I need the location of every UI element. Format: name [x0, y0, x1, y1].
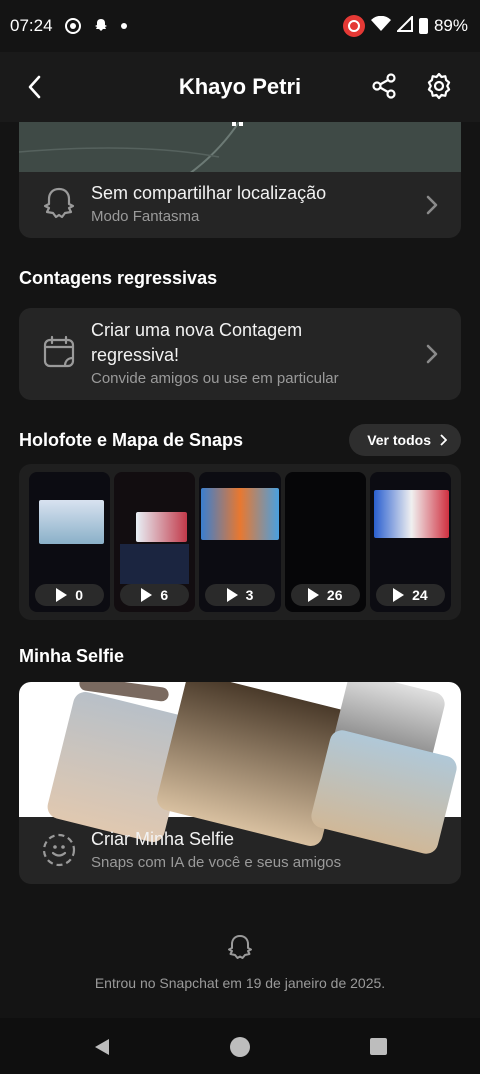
- spotlight-thumbnail[interactable]: 3: [199, 472, 281, 612]
- recording-icon: [342, 15, 365, 37]
- profile-content: Sem compartilhar localização Modo Fantas…: [0, 112, 480, 1018]
- view-count: 24: [375, 584, 446, 606]
- nav-back-icon[interactable]: [92, 1037, 112, 1062]
- spotlight-thumbnail[interactable]: 6: [114, 472, 196, 612]
- status-bar: 07:24 89%: [0, 0, 480, 52]
- spotlight-thumbnail[interactable]: 26: [284, 472, 366, 612]
- countdown-title: Criar uma nova Contagem regressiva!: [91, 320, 303, 365]
- spotlight-thumbnail[interactable]: 24: [369, 472, 452, 612]
- spotlight-heading: Holofote e Mapa de Snaps: [19, 430, 244, 450]
- create-selfie-title: Criar Minha Selfie: [91, 829, 235, 849]
- chevron-right-icon: [440, 434, 447, 446]
- video-frame: [373, 490, 450, 538]
- play-icon: [307, 588, 319, 602]
- view-count: 0: [35, 584, 105, 606]
- battery-level: 89%: [433, 16, 468, 35]
- view-count: 26: [290, 584, 360, 606]
- video-frame: [136, 512, 188, 542]
- location-card[interactable]: Sem compartilhar localização Modo Fantas…: [19, 172, 461, 238]
- chevron-right-icon: [425, 344, 439, 364]
- snapchat-ghost-icon: [228, 935, 252, 959]
- location-status-label: Sem compartilhar localização: [91, 183, 327, 203]
- system-nav-bar: [0, 1018, 480, 1074]
- notification-dot-icon: [120, 23, 127, 29]
- nav-recents-icon[interactable]: [370, 1038, 387, 1055]
- spotlight-thumbnails: 0 6 3 26 24: [19, 464, 461, 620]
- see-all-button[interactable]: Ver todos: [349, 424, 461, 456]
- wifi-icon: [370, 15, 391, 37]
- calendar-icon: [43, 335, 75, 369]
- create-countdown-card[interactable]: Criar uma nova Contagem regressiva! Conv…: [19, 308, 461, 400]
- screen-record-icon: [64, 18, 81, 34]
- ghost-outline-icon: [41, 186, 77, 224]
- selfie-heading: Minha Selfie: [19, 646, 125, 666]
- status-time: 07:24: [10, 16, 53, 35]
- view-count: 3: [205, 584, 275, 606]
- chevron-right-icon: [425, 195, 439, 215]
- settings-gear-icon[interactable]: [425, 72, 455, 102]
- nav-home-icon[interactable]: [230, 1037, 250, 1057]
- selfie-face-icon: [41, 832, 77, 868]
- profile-header: Khayo Petri: [0, 52, 480, 122]
- spotlight-thumbnail[interactable]: 0: [29, 472, 111, 612]
- video-frame: [39, 500, 105, 544]
- countdowns-heading: Contagens regressivas: [19, 268, 218, 288]
- footer-ghost: [0, 934, 480, 967]
- ghost-mode-label: Modo Fantasma: [91, 208, 200, 225]
- page-title: Khayo Petri: [178, 74, 302, 99]
- play-icon: [226, 588, 238, 602]
- play-icon: [393, 588, 405, 602]
- video-frame: [201, 488, 279, 540]
- create-selfie-subtitle: Snaps com IA de você e seus amigos: [91, 854, 342, 871]
- view-count: 6: [120, 584, 190, 606]
- snapchat-ghost-icon: [93, 18, 109, 34]
- play-icon: [141, 588, 153, 602]
- battery-icon: [418, 18, 428, 34]
- countdown-subtitle: Convide amigos ou use em particular: [91, 370, 339, 387]
- see-all-label: Ver todos: [367, 432, 431, 448]
- create-selfie-card[interactable]: Criar Minha Selfie Snaps com IA de você …: [19, 682, 461, 884]
- share-icon[interactable]: [370, 72, 400, 102]
- joined-date-text: Entrou no Snapchat em 19 de janeiro de 2…: [94, 975, 386, 991]
- selfie-collage: [19, 682, 461, 857]
- signal-icon: [395, 14, 413, 37]
- play-icon: [56, 588, 68, 602]
